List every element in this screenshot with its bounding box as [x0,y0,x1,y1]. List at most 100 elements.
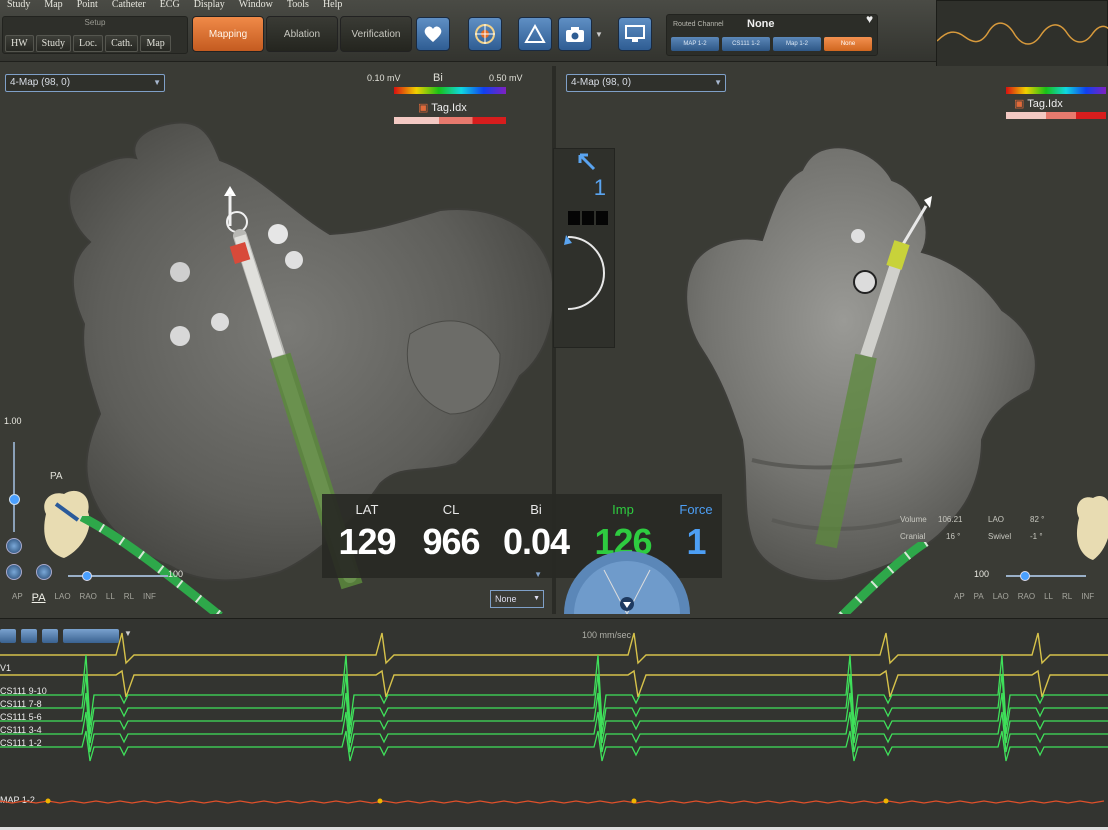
menu-tools[interactable]: Tools [280,0,316,12]
catheter-orientation-widget[interactable] [564,548,690,614]
cranial-label: Cranial [900,532,926,541]
reset-view-button[interactable] [6,538,22,554]
swatch-2[interactable] [582,211,594,225]
swatch-1[interactable] [568,211,580,225]
main-toolbar: Study Map Point Catheter ECG Display Win… [0,0,1108,84]
menu-window[interactable]: Window [232,0,280,12]
right-catheter[interactable] [806,196,946,556]
setup-map-button[interactable]: Map [140,35,171,52]
routed-channel-label: Routed Channel [673,21,724,28]
bi-value: 0.04 [502,521,570,562]
cranial-value: 16 ° [946,532,961,541]
left-view-tabs: AP PA LAO RAO LL RL INF [12,592,156,604]
monitor-icon [625,25,645,42]
lat-value: 129 [338,521,396,562]
right-map-select-value: 4-Map (98, 0) [571,77,632,88]
display-layout-button[interactable] [618,17,652,51]
force-label: Force [679,502,713,517]
swatch-3[interactable] [596,211,608,225]
menu-ecg[interactable]: ECG [153,0,187,12]
cl-label: CL [442,502,460,517]
menu-point[interactable]: Point [70,0,105,12]
left-opacity-thumb[interactable] [82,571,92,581]
menu-catheter[interactable]: Catheter [105,0,153,12]
ecg-panel[interactable]: ▼ 100 mm/sec V1 CS111 9-10 CS111 7-8 CS1… [0,618,1108,830]
right-view-tab-ap[interactable]: AP [954,592,965,601]
menu-bar: Study Map Point Catheter ECG Display Win… [0,0,349,12]
left-tag-legend: ▣ Tag.Idx [418,101,467,114]
right-view-tab-ll[interactable]: LL [1044,592,1053,601]
right-opacity-thumb[interactable] [1020,571,1030,581]
snapshot-button[interactable] [558,17,592,51]
orientation-label: PA [50,471,63,482]
view-tab-ap[interactable]: AP [12,592,23,604]
right-ref-catheter [837,542,929,614]
ablation-mode-button[interactable]: Ablation [266,16,338,52]
route-cs-button[interactable]: CS111 1-2 [722,37,770,51]
ecg-trace-cs-3 [0,711,1108,753]
view-tab-lao[interactable]: LAO [55,592,71,604]
anatomy-button[interactable] [518,17,552,51]
setup-hw-button[interactable]: HW [5,35,34,52]
setup-group: Setup HW Study Loc. Cath. Map [2,16,188,54]
bi-color-scale [394,87,506,94]
readout-dropdown-icon[interactable]: ▼ [534,570,542,579]
setup-cath-button[interactable]: Cath. [105,35,139,52]
view-tab-rao[interactable]: RAO [80,592,97,604]
ecg-trace-cs-1 [0,673,1108,735]
verification-mode-button[interactable]: Verification [340,16,412,52]
route-map2-button[interactable]: Map 1-2 [773,37,821,51]
zoom-vertical-slider[interactable] [13,442,15,532]
setup-loc-button[interactable]: Loc. [73,35,104,52]
rotation-dial-icon[interactable] [558,233,614,313]
cl-value: 966 [422,521,480,562]
view-tab-ll[interactable]: LL [106,592,115,604]
left-map-select[interactable]: 4-Map (98, 0) ▼ [5,74,165,92]
catheter-target-button[interactable] [468,17,502,51]
right-opacity-slider[interactable] [1006,575,1086,577]
zoom-scale-label: 1.00 [4,416,22,426]
pointer-arrow-icon[interactable] [576,151,598,173]
swivel-value: -1 ° [1030,532,1043,541]
route-map-button[interactable]: MAP 1-2 [671,37,719,51]
right-map-select[interactable]: 4-Map (98, 0) ▼ [566,74,726,92]
mapping-mode-button[interactable]: Mapping [192,16,264,52]
ecg-trace-i [0,632,1108,665]
left-map-select-value: 4-Map (98, 0) [10,77,71,88]
swivel-label: Swivel [988,532,1012,541]
ecg-trace-cs-4 [0,730,1108,762]
setup-study-button[interactable]: Study [35,35,72,52]
ecg-trace-map [0,800,1105,804]
route-none-button[interactable]: None [824,37,872,51]
cl-readout: CL 966 [416,494,486,563]
right-view-tab-pa[interactable]: PA [974,592,984,601]
menu-help[interactable]: Help [316,0,349,12]
right-view-tab-inf[interactable]: INF [1081,592,1094,601]
favorite-heart-icon[interactable]: ♥ [866,12,873,26]
rotate-left-icon[interactable] [6,564,22,580]
right-view-tab-lao[interactable]: LAO [993,592,1009,601]
menu-study[interactable]: Study [0,0,37,12]
menu-display[interactable]: Display [187,0,232,12]
right-zoom-percent: 100 [974,569,990,579]
setup-buttons: HW Study Loc. Cath. Map [5,35,171,52]
rotate-right-icon[interactable] [36,564,52,580]
view-tab-inf[interactable]: INF [143,592,156,604]
ecg-trace-cs-2 [0,692,1108,744]
left-zoom-percent: 100 [168,569,184,579]
right-view-tab-rl[interactable]: RL [1062,592,1072,601]
heart-view-button[interactable] [416,17,450,51]
volume-value: 106.21 [938,515,963,524]
view-tab-rl[interactable]: RL [124,592,134,604]
view-tab-pa[interactable]: PA [32,592,46,604]
right-tag-legend: ▣ Tag.Idx [1014,97,1063,110]
snapshot-dropdown-icon[interactable]: ▼ [595,30,603,39]
zoom-vertical-thumb[interactable] [9,494,20,505]
ecg-marker [377,798,383,804]
menu-map[interactable]: Map [37,0,69,12]
point-filter-select[interactable]: None ▼ [490,590,544,608]
right-orientation-heart-icon[interactable] [1071,488,1108,568]
right-view-tab-rao[interactable]: RAO [1018,592,1035,601]
ecg-trace-v1 [0,669,1108,698]
bi-label: Bi [530,502,542,517]
